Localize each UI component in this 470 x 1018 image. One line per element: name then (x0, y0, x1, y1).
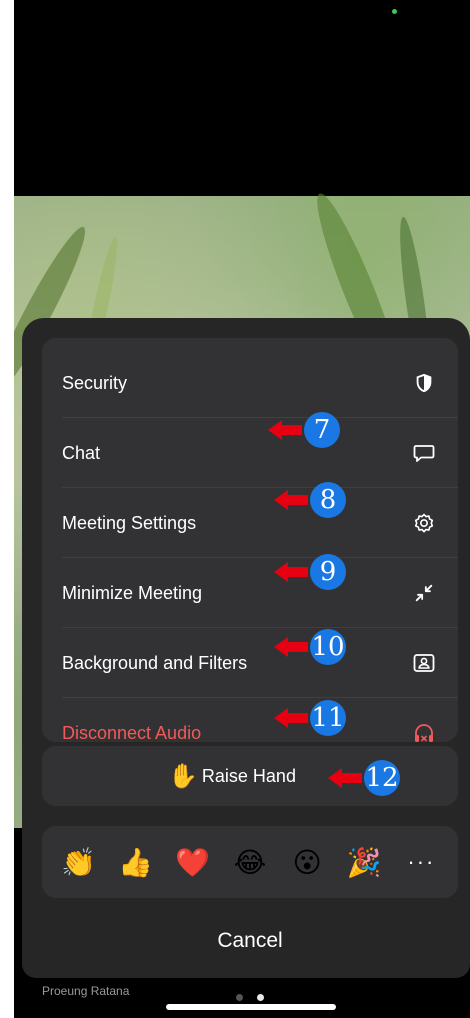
menu-item-label: Disconnect Audio (62, 722, 202, 743)
red-arrow-icon (268, 420, 282, 440)
annotation-11: 11 (274, 700, 346, 736)
menu-item-security[interactable]: Security (42, 348, 458, 418)
red-arrow-icon (328, 768, 342, 788)
reaction-surprised[interactable]: 😮 (285, 846, 329, 879)
annotation-12: 12 (328, 760, 400, 796)
raise-hand-label: Raise Hand (201, 765, 296, 786)
menu-item-disconnect-audio[interactable]: Disconnect Audio (42, 698, 458, 742)
menu-item-background-and-filters[interactable]: Background and Filters (42, 628, 458, 698)
more-reactions-button[interactable]: ··· (399, 849, 443, 875)
step-badge: 7 (304, 412, 340, 448)
red-arrow-icon (274, 708, 288, 728)
menu-item-label: Chat (62, 442, 101, 463)
red-arrow-icon (274, 490, 288, 510)
menu-item-minimize-meeting[interactable]: Minimize Meeting (42, 558, 458, 628)
minimize-arrows-icon (412, 581, 436, 605)
headphones-x-icon (412, 721, 436, 742)
home-indicator[interactable] (166, 1004, 336, 1010)
more-options-sheet: Security Chat Meeting Settings Minimize … (22, 318, 470, 978)
step-badge: 10 (310, 629, 346, 665)
menu-list: Security Chat Meeting Settings Minimize … (42, 338, 458, 742)
reaction-party[interactable]: 🎉 (342, 846, 386, 879)
menu-item-label: Security (62, 372, 128, 393)
red-arrow-icon (274, 637, 288, 657)
gear-icon (412, 511, 436, 535)
menu-item-label: Minimize Meeting (62, 582, 203, 603)
step-badge: 12 (364, 760, 400, 796)
step-badge: 8 (310, 482, 346, 518)
raised-hand-icon: ✋ (168, 762, 198, 790)
page-dot (236, 994, 243, 1001)
reaction-laugh[interactable]: 😂 (228, 846, 272, 879)
annotation-8: 8 (274, 482, 346, 518)
reaction-heart[interactable]: ❤️ (171, 846, 215, 879)
person-frame-icon (412, 651, 436, 675)
red-arrow-icon (274, 562, 288, 582)
chat-bubble-icon (412, 441, 436, 465)
annotation-9: 9 (274, 554, 346, 590)
camera-indicator (392, 9, 397, 14)
page-dot-active (257, 994, 264, 1001)
shield-icon (412, 371, 436, 395)
menu-item-label: Background and Filters (62, 652, 248, 673)
cancel-button[interactable]: Cancel (42, 916, 458, 966)
menu-item-chat[interactable]: Chat (42, 418, 458, 488)
page-indicator[interactable] (236, 994, 264, 1001)
reactions-bar: 👏 👍 ❤️ 😂 😮 🎉 ··· (42, 826, 458, 898)
step-badge: 11 (310, 700, 346, 736)
menu-item-meeting-settings[interactable]: Meeting Settings (42, 488, 458, 558)
step-badge: 9 (310, 554, 346, 590)
annotation-7: 7 (268, 412, 340, 448)
annotation-10: 10 (274, 629, 346, 665)
reaction-clap[interactable]: 👏 (57, 846, 101, 879)
reaction-thumbs-up[interactable]: 👍 (114, 846, 158, 879)
participant-name: Proeung Ratana (42, 984, 130, 998)
menu-item-label: Meeting Settings (62, 512, 197, 533)
